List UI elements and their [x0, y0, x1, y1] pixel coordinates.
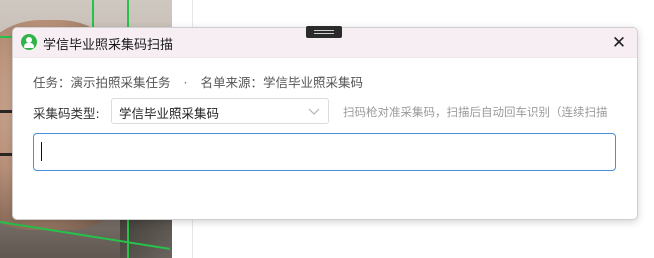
- scan-hint: 扫码枪对准采集码，扫描后自动回车识别（连续扫描: [343, 105, 608, 119]
- info-separator: ·: [183, 75, 188, 90]
- code-type-row: 采集码类型: 学信毕业照采集码 扫码枪对准采集码，扫描后自动回车识别（连续扫描: [33, 98, 633, 126]
- text-caret: [41, 142, 42, 161]
- task-label: 任务：演示拍照采集任务: [33, 75, 171, 90]
- scan-code-input[interactable]: [33, 133, 616, 171]
- task-info-row: 任务：演示拍照采集任务 · 名单来源：学信毕业照采集码: [33, 72, 363, 91]
- guide-line-vertical-short: [92, 0, 94, 30]
- close-icon: ✕: [611, 33, 627, 53]
- scan-dialog: 学信毕业照采集码扫描 ✕ 任务：演示拍照采集任务 · 名单来源：学信毕业照采集码…: [12, 27, 638, 220]
- chevron-down-icon: [308, 108, 320, 115]
- code-type-label: 采集码类型:: [33, 106, 100, 121]
- user-badge-icon: [21, 34, 37, 50]
- drag-handle-icon[interactable]: [306, 26, 342, 38]
- dialog-title: 学信毕业照采集码扫描: [43, 38, 174, 53]
- code-type-selected: 学信毕业照采集码: [119, 106, 220, 121]
- source-label: 名单来源：学信毕业照采集码: [200, 75, 363, 90]
- code-type-select[interactable]: 学信毕业照采集码: [111, 98, 329, 124]
- guide-corner-mark: [0, 36, 12, 38]
- close-button[interactable]: ✕: [607, 31, 631, 55]
